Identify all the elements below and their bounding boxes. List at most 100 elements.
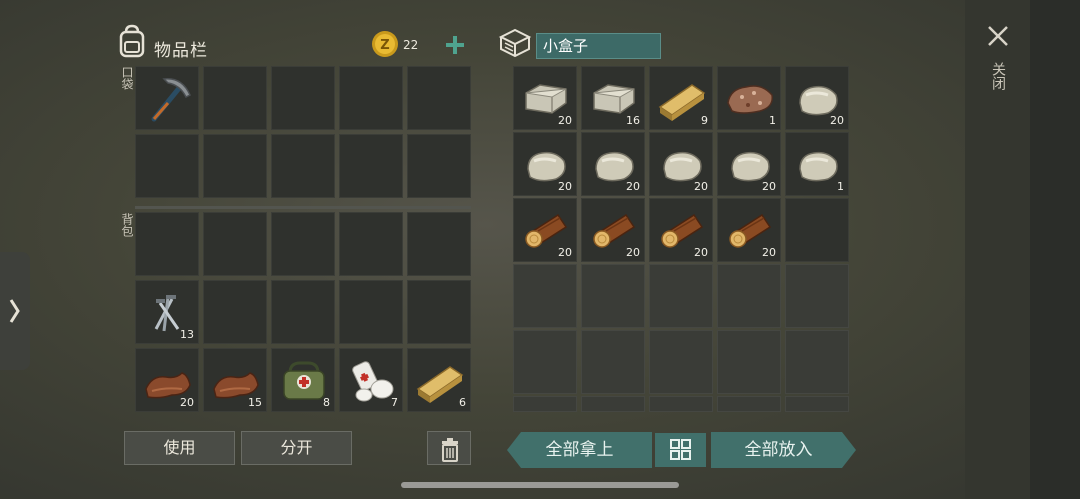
backpack-slot[interactable] <box>407 280 471 344</box>
container-slot[interactable] <box>785 330 849 394</box>
container-slot[interactable] <box>581 330 645 394</box>
item-quantity: 20 <box>830 114 844 127</box>
chevron-right-icon <box>9 299 20 323</box>
backpack-slot[interactable]: 6 <box>407 348 471 412</box>
inventory-title: 物品栏 <box>154 41 208 61</box>
container-slot[interactable] <box>717 330 781 394</box>
item-quantity: 16 <box>626 114 640 127</box>
pocket-slot[interactable] <box>135 134 199 198</box>
item-quantity: 15 <box>248 396 262 409</box>
container-slot[interactable]: 20 <box>717 198 781 262</box>
pocket-slot[interactable] <box>203 134 267 198</box>
container-slot[interactable] <box>785 396 849 412</box>
coin-amount: 22 <box>403 38 419 52</box>
backpack-slot[interactable] <box>271 280 335 344</box>
container-slot[interactable]: 20 <box>717 132 781 196</box>
split-button[interactable]: 分开 <box>241 431 352 465</box>
svg-text:Z: Z <box>380 38 389 53</box>
sort-button[interactable] <box>655 433 706 467</box>
container-slot[interactable] <box>649 264 713 328</box>
container-slot[interactable] <box>649 330 713 394</box>
pocket-slot[interactable] <box>271 66 335 130</box>
container-slot[interactable]: 20 <box>581 132 645 196</box>
container-slot[interactable]: 20 <box>513 198 577 262</box>
backpack-slot[interactable] <box>339 280 403 344</box>
item-quantity: 7 <box>391 396 398 409</box>
trash-button[interactable] <box>427 431 471 465</box>
backpack-slot[interactable] <box>339 212 403 276</box>
pocket-slot[interactable] <box>407 134 471 198</box>
close-label[interactable]: 关闭 <box>988 62 1008 90</box>
container-slot[interactable] <box>785 198 849 262</box>
container-slot[interactable]: 9 <box>649 66 713 130</box>
take-all-button[interactable]: 全部拿上 <box>507 433 652 467</box>
container-slot[interactable]: 20 <box>513 132 577 196</box>
home-indicator <box>401 482 679 488</box>
container-slot[interactable] <box>649 396 713 412</box>
container-slot[interactable]: 1 <box>785 132 849 196</box>
pickaxe-icon <box>151 78 191 122</box>
container-slot[interactable] <box>785 264 849 328</box>
backpack-slot[interactable]: 15 <box>203 348 267 412</box>
container-slot[interactable]: 20 <box>649 198 713 262</box>
container-slot[interactable] <box>513 264 577 328</box>
right-side-strip <box>965 0 1080 499</box>
container-slot[interactable] <box>717 396 781 412</box>
container-slot[interactable]: 20 <box>581 198 645 262</box>
container-name-field[interactable]: 小盒子 <box>536 33 661 59</box>
container-slot[interactable] <box>513 396 577 412</box>
container-slot[interactable] <box>581 396 645 412</box>
pocket-slot[interactable] <box>407 66 471 130</box>
side-drawer-tab[interactable] <box>0 252 30 370</box>
item-quantity: 20 <box>558 114 572 127</box>
container-slot[interactable]: 16 <box>581 66 645 130</box>
item-quantity: 8 <box>323 396 330 409</box>
item-quantity: 9 <box>701 114 708 127</box>
backpack-slot[interactable]: 20 <box>135 348 199 412</box>
put-all-button[interactable]: 全部放入 <box>711 433 846 467</box>
item-quantity: 20 <box>558 246 572 259</box>
use-button[interactable]: 使用 <box>124 431 235 465</box>
item-quantity: 6 <box>459 396 466 409</box>
item-quantity: 1 <box>837 180 844 193</box>
item-quantity: 20 <box>180 396 194 409</box>
backpack-slot[interactable]: 8 <box>271 348 335 412</box>
backpack-slot[interactable] <box>407 212 471 276</box>
item-quantity: 20 <box>762 180 776 193</box>
coin-icon: Z <box>372 31 398 57</box>
backpack-label: 背包 <box>120 213 134 237</box>
trash-icon <box>442 438 458 462</box>
section-divider <box>135 206 471 209</box>
item-quantity: 1 <box>769 114 776 127</box>
add-coins-icon[interactable] <box>444 34 466 56</box>
backpack-slot[interactable]: 13 <box>135 280 199 344</box>
item-quantity: 13 <box>180 328 194 341</box>
pocket-slot[interactable] <box>135 66 199 130</box>
pocket-slot[interactable] <box>271 134 335 198</box>
backpack-slot[interactable] <box>271 212 335 276</box>
pocket-slot[interactable] <box>339 134 403 198</box>
container-slot[interactable]: 1 <box>717 66 781 130</box>
grid-icon <box>670 439 691 460</box>
item-quantity: 20 <box>694 180 708 193</box>
item-quantity: 20 <box>626 180 640 193</box>
container-slot[interactable]: 20 <box>513 66 577 130</box>
container-slot[interactable]: 20 <box>649 132 713 196</box>
container-slot[interactable] <box>581 264 645 328</box>
pocket-label: 口袋 <box>120 66 134 90</box>
backpack-slot[interactable] <box>203 212 267 276</box>
container-slot[interactable]: 20 <box>785 66 849 130</box>
container-slot[interactable] <box>513 330 577 394</box>
container-slot[interactable] <box>717 264 781 328</box>
item-quantity: 20 <box>626 246 640 259</box>
backpack-slot[interactable]: 7 <box>339 348 403 412</box>
backpack-slot[interactable] <box>135 212 199 276</box>
item-quantity: 20 <box>558 180 572 193</box>
backpack-slot[interactable] <box>203 280 267 344</box>
item-quantity: 20 <box>694 246 708 259</box>
item-quantity: 20 <box>762 246 776 259</box>
pocket-slot[interactable] <box>339 66 403 130</box>
pocket-slot[interactable] <box>203 66 267 130</box>
close-icon[interactable] <box>986 24 1010 48</box>
box-icon <box>498 28 532 58</box>
